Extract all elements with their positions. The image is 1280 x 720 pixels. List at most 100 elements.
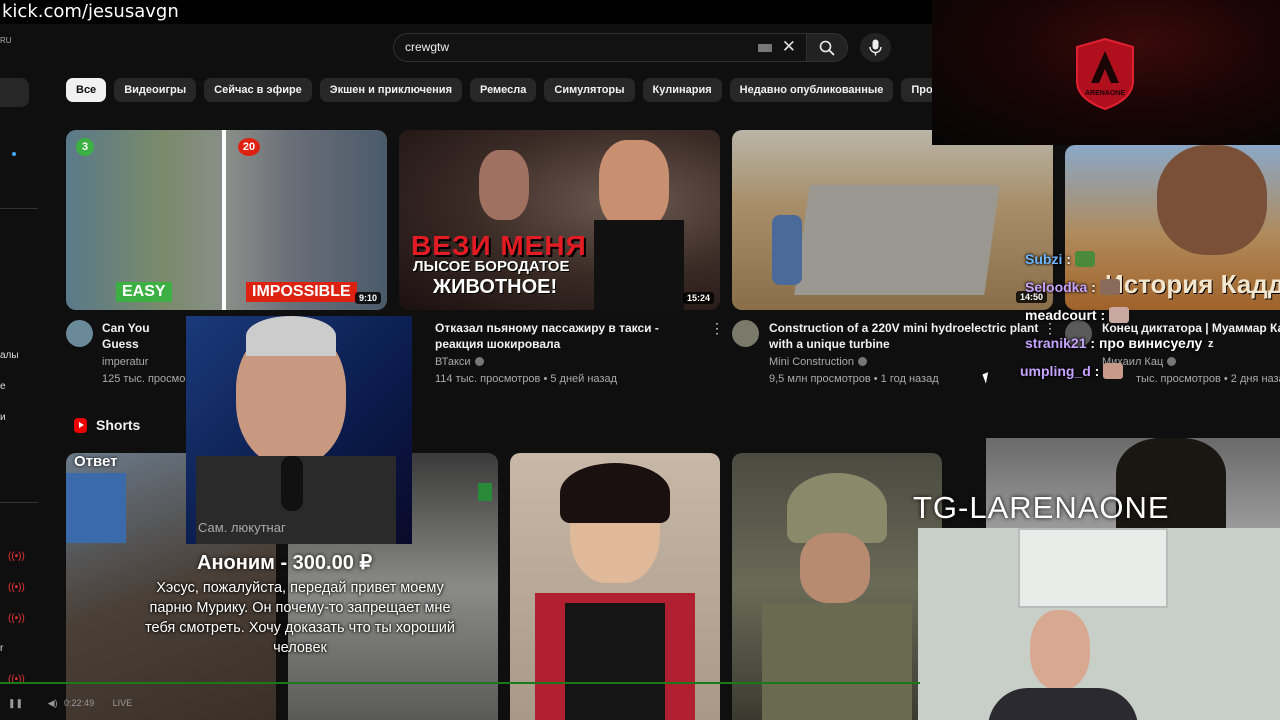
- new-content-dot: [12, 152, 16, 156]
- channel-name[interactable]: ВТакси: [435, 356, 484, 368]
- reply-label: Ответ: [74, 453, 118, 470]
- pause-icon[interactable]: ❚❚: [8, 698, 23, 708]
- chat-username: umpling_d: [1020, 363, 1091, 379]
- video-thumbnail[interactable]: [732, 130, 1053, 310]
- video-duration: 15:24: [682, 292, 714, 304]
- chip-videogames[interactable]: Видеоигры: [114, 78, 197, 102]
- streamer-shirt: [988, 688, 1138, 720]
- player-progress-bar[interactable]: [0, 682, 920, 684]
- chip-simulators[interactable]: Симуляторы: [544, 78, 635, 102]
- thumb-hair: [560, 463, 670, 523]
- microphone-icon: [281, 456, 303, 511]
- thumb-label-easy: EASY: [116, 282, 172, 302]
- stream-url: kick.com/jesusavgn: [2, 1, 179, 22]
- overlay-hair: [246, 316, 336, 356]
- thumb-person: [772, 215, 802, 285]
- exit-sign: [478, 483, 492, 501]
- live-icon: ((•)): [8, 582, 25, 593]
- player-time: 0:22:49: [64, 698, 95, 708]
- sidebar-item-label[interactable]: е: [0, 381, 6, 392]
- whiteboard: [1018, 528, 1168, 608]
- streamer-face: [1030, 610, 1090, 690]
- search-icon: [819, 40, 835, 56]
- emote-icon: [1109, 307, 1130, 323]
- player-controls: ❚❚ ◀) 0:22:49 LIVE: [8, 698, 132, 709]
- emote-icon: [1103, 363, 1124, 379]
- short-thumbnail[interactable]: [732, 453, 942, 720]
- chip-live[interactable]: Сейчас в эфире: [204, 78, 312, 102]
- search-input[interactable]: crewgtw ✕: [393, 33, 807, 62]
- search-query[interactable]: crewgtw: [405, 40, 449, 54]
- emote-icon: [1099, 279, 1120, 295]
- chat-username: meadcourt: [1025, 307, 1097, 323]
- chip-recently-uploaded[interactable]: Недавно опубликованные: [729, 78, 894, 102]
- short-thumbnail[interactable]: [510, 453, 720, 720]
- voice-search-button[interactable]: [860, 33, 891, 62]
- channel-name-text[interactable]: Mini Construction: [769, 356, 854, 368]
- mouse-cursor: [982, 372, 992, 384]
- channel-avatar[interactable]: [66, 320, 93, 347]
- chat-text: про винисуелу: [1098, 335, 1203, 351]
- chip-cooking[interactable]: Кулинария: [642, 78, 722, 102]
- video-thumbnail[interactable]: ВЕЗИ МЕНЯ ЛЫСОЕ БОРОДАТОЕ ЖИВОТНОЕ! 15:2…: [399, 130, 720, 310]
- chat-message: Subzi :: [1025, 251, 1095, 267]
- video-title[interactable]: Отказал пьяному пассажиру в такси - реак…: [435, 320, 705, 352]
- chip-crafts[interactable]: Ремесла: [470, 78, 537, 102]
- live-icon: ((•)): [8, 613, 25, 624]
- sidebar-item-label[interactable]: алы: [0, 350, 19, 361]
- more-vert-icon[interactable]: ⋮: [710, 320, 724, 337]
- donation-video-overlay: [186, 316, 412, 544]
- live-icon: ((•)): [8, 551, 25, 562]
- live-badge[interactable]: LIVE: [113, 698, 133, 708]
- chat-message: Seloodka :: [1025, 279, 1120, 295]
- sidebar-divider: [0, 208, 38, 209]
- video-title-tail: z: [1208, 338, 1214, 350]
- chip-action-adventure[interactable]: Экшен и приключения: [319, 78, 462, 102]
- thumb-face: [479, 150, 529, 220]
- verified-icon: [1167, 357, 1177, 366]
- video-title[interactable]: Construction of a 220V mini hydroelectri…: [769, 320, 1039, 352]
- keyboard-icon[interactable]: [758, 44, 772, 52]
- thumb-text-line2: ЛЫСОЕ БОРОДАТОЕ: [413, 258, 570, 275]
- shorts-section-title: Shorts: [96, 417, 141, 433]
- thumb-dam: [794, 185, 1000, 295]
- arenaone-logo: ARENAONE: [1076, 37, 1134, 111]
- chat-username: Subzi: [1025, 251, 1063, 267]
- chat-message: stranik21 : про винисуелу: [1025, 335, 1203, 351]
- thumb-monitor: [66, 473, 126, 543]
- close-icon[interactable]: ✕: [782, 37, 796, 57]
- sidebar-item-label[interactable]: r: [0, 643, 3, 654]
- verified-icon: [857, 357, 867, 366]
- channel-name[interactable]: imperatur: [102, 356, 148, 368]
- chat-username: Seloodka: [1025, 279, 1088, 295]
- stream-url-overlay: kick.com/jesusavgn: [0, 0, 932, 24]
- video-duration: 9:10: [354, 292, 381, 304]
- thumb-uniform: [762, 603, 912, 720]
- shorts-icon: [74, 418, 87, 433]
- video-title[interactable]: Can You Guess Geography Quiz: [102, 320, 186, 352]
- channel-avatar[interactable]: [732, 320, 759, 347]
- thumb-suit: [594, 220, 684, 310]
- volume-icon[interactable]: ◀): [48, 698, 58, 708]
- filter-chips: Все Видеоигры Сейчас в эфире Экшен и при…: [66, 78, 995, 102]
- split-divider: [222, 130, 226, 310]
- thumb-label-impossible: IMPOSSIBLE: [246, 282, 357, 302]
- channel-name-text[interactable]: ВТакси: [435, 356, 471, 368]
- sidebar-item-home[interactable]: [0, 78, 29, 107]
- sidebar-item-label[interactable]: и: [0, 412, 6, 423]
- telegram-label: TG-LARENAONE: [913, 490, 1170, 525]
- video-thumbnail[interactable]: 3 20 EASY IMPOSSIBLE 9:10: [66, 130, 387, 310]
- chat-username: stranik21: [1025, 335, 1087, 351]
- video-meta: тыс. просмотров • 2 дня назад: [1136, 373, 1280, 385]
- overlay-caption: Сам. люкутнаг: [198, 520, 286, 535]
- video-meta: 125 тыс. просмо: [102, 373, 186, 385]
- chip-all[interactable]: Все: [66, 78, 107, 102]
- chat-message: meadcourt :: [1025, 307, 1130, 323]
- thumb-text: История Кадда: [1105, 269, 1280, 299]
- microphone-icon: [869, 39, 882, 56]
- channel-name[interactable]: Mini Construction: [769, 356, 867, 368]
- thumb-face: [1157, 145, 1267, 255]
- thumb-text-line3: ЖИВОТНОЕ!: [433, 276, 558, 298]
- search-button[interactable]: [806, 33, 848, 62]
- logo-text: ARENAONE: [1085, 90, 1125, 97]
